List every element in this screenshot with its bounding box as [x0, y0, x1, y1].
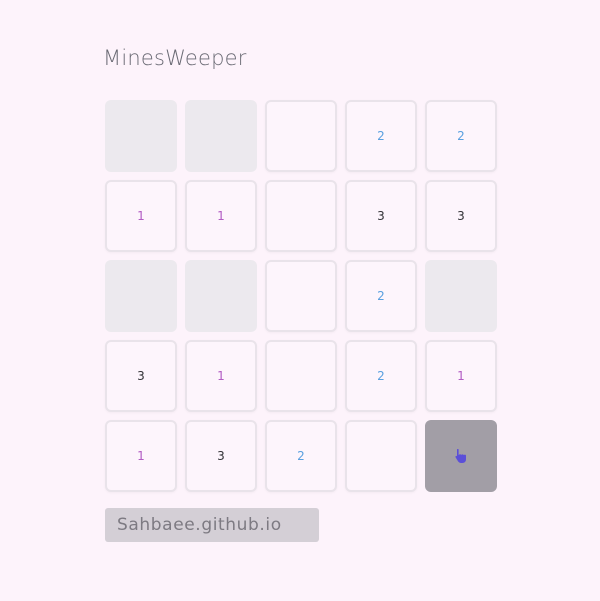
board-cell[interactable]: [105, 100, 177, 172]
board-cell[interactable]: [105, 260, 177, 332]
cell-number: 2: [377, 289, 385, 303]
board-cell[interactable]: [265, 180, 337, 252]
board-cell[interactable]: 2: [345, 260, 417, 332]
board-cell[interactable]: 1: [105, 180, 177, 252]
board-cell[interactable]: 2: [345, 340, 417, 412]
hand-pointer-icon: [455, 448, 466, 463]
cell-number: 3: [457, 209, 465, 223]
cell-number: 3: [377, 209, 385, 223]
cell-number: 2: [457, 129, 465, 143]
game-title: MinesWeeper: [103, 46, 247, 70]
cell-number: 1: [457, 369, 465, 383]
board-cell[interactable]: 1: [185, 340, 257, 412]
board-cell[interactable]: 2: [345, 100, 417, 172]
board-cell[interactable]: [265, 340, 337, 412]
board-cell[interactable]: [345, 420, 417, 492]
board-cell[interactable]: 3: [105, 340, 177, 412]
cell-number: 2: [377, 129, 385, 143]
cell-number: 2: [377, 369, 385, 383]
board-cell[interactable]: [265, 260, 337, 332]
board-cell[interactable]: 3: [425, 180, 497, 252]
minesweeper-app: MinesWeeper 2 2 1 1 3 3 2 3 1 2 1 1 3 2 Sahbaee.githu…: [0, 0, 600, 601]
github-link[interactable]: Sahbaee.github.io: [105, 508, 319, 542]
board-cell[interactable]: 1: [105, 420, 177, 492]
board-cell[interactable]: [425, 260, 497, 332]
board-cell[interactable]: 2: [425, 100, 497, 172]
board-cell[interactable]: 1: [185, 180, 257, 252]
game-board: 2 2 1 1 3 3 2 3 1 2 1 1 3 2: [105, 100, 497, 492]
board-cell[interactable]: 3: [185, 420, 257, 492]
cell-number: 3: [137, 369, 145, 383]
board-cell[interactable]: [265, 100, 337, 172]
cell-number: 1: [217, 369, 225, 383]
cell-number: 1: [137, 209, 145, 223]
cell-number: 3: [217, 449, 225, 463]
board-cell[interactable]: 1: [425, 340, 497, 412]
cell-number: 1: [217, 209, 225, 223]
board-cell[interactable]: [185, 260, 257, 332]
board-cell[interactable]: 3: [345, 180, 417, 252]
cell-number: 2: [297, 449, 305, 463]
board-cell[interactable]: [425, 420, 497, 492]
board-cell[interactable]: 2: [265, 420, 337, 492]
board-cell[interactable]: [185, 100, 257, 172]
cell-number: 1: [137, 449, 145, 463]
